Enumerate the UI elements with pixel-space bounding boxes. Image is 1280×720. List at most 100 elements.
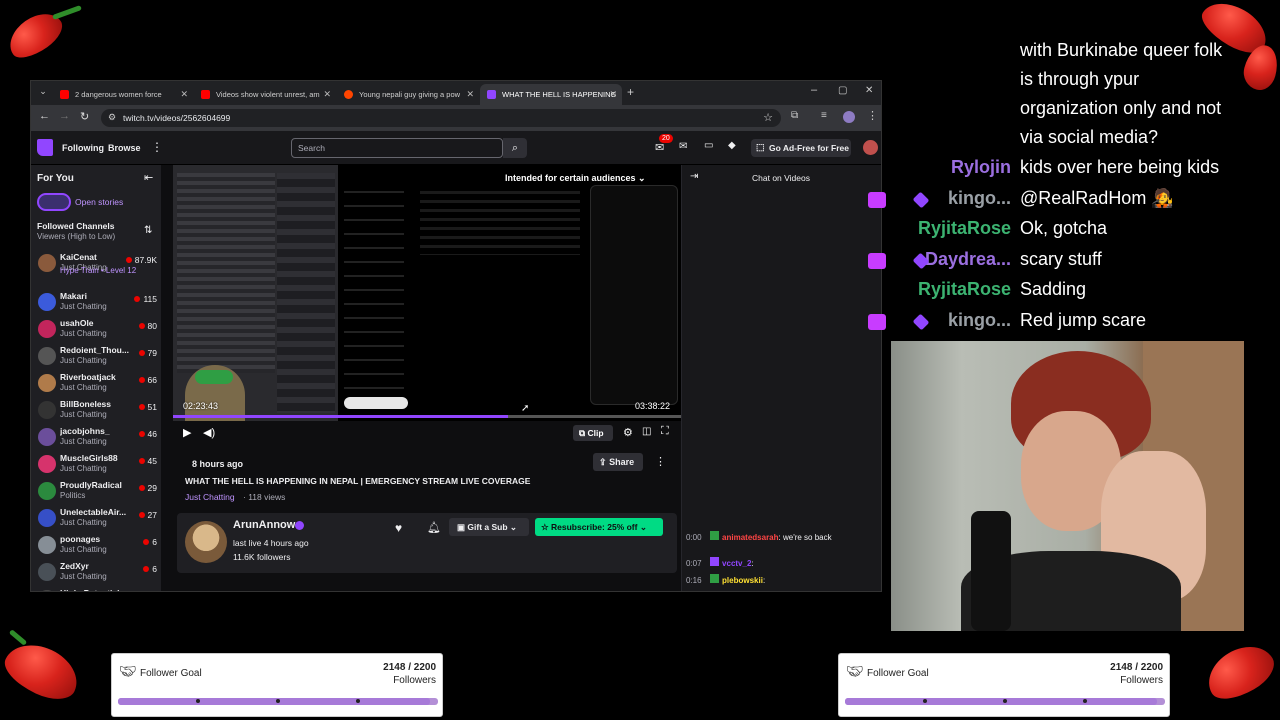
sidebar-channel[interactable]: usahOle Just Chatting 80 — [35, 317, 159, 344]
video-content-lines — [177, 173, 275, 373]
overlay-chat-message: @RealRadHom 🧑‍🎤 — [1020, 187, 1174, 208]
close-icon[interactable]: ✕ — [466, 89, 474, 100]
video-content-chat — [173, 165, 338, 421]
chat-panel-title: Chat on Videos — [752, 173, 810, 183]
sidebar-channel[interactable]: UnelectableAir... Just Chatting 27 — [35, 506, 159, 533]
tab-search-icon[interactable]: ⌄ — [36, 86, 50, 100]
browser-tab[interactable]: Videos show violent unrest, am ✕ — [194, 84, 336, 105]
channel-name: jacobjohns_ — [60, 426, 110, 436]
site-info-icon[interactable]: ⚙ — [108, 112, 116, 123]
channel-avatar[interactable] — [185, 521, 227, 563]
chat-message: 0:00 animatedsarah: we're so back — [686, 531, 881, 545]
heart-follow-icon[interactable]: ♥ — [395, 521, 402, 535]
clip-button[interactable]: ⧉ Clip — [573, 425, 613, 441]
play-icon[interactable]: ▶ — [183, 426, 191, 439]
channel-name: Makari — [60, 291, 87, 301]
search-input[interactable]: Search — [291, 138, 503, 158]
video-content-x-page — [338, 165, 681, 421]
sidebar-channel[interactable]: Makari Just Chatting 115 — [35, 290, 159, 317]
search-icon: ⌕ — [511, 142, 519, 154]
sidebar-channel[interactable]: ZedXyr Just Chatting 6 — [35, 560, 159, 587]
ad-free-icon: ⬚ — [756, 142, 765, 152]
overlay-chat-line: with Burkinabe queer folk — [1020, 40, 1223, 60]
video-content-hat — [195, 370, 233, 384]
open-stories-link[interactable]: Open stories — [75, 197, 123, 207]
collapse-sidebar-icon[interactable]: ⇤ — [144, 171, 153, 184]
chevron-down-icon: ⌄ — [639, 522, 647, 532]
theatre-mode-icon[interactable]: ◫ — [642, 426, 651, 437]
nav-browse[interactable]: Browse — [108, 143, 141, 153]
reddit-icon — [344, 90, 353, 99]
sidebar-channel[interactable]: ProudlyRadical Politics 29 — [35, 479, 159, 506]
star-icon: ☆ — [541, 522, 549, 532]
nav-following[interactable]: Following — [62, 143, 104, 153]
search-button[interactable]: ⌕ — [503, 138, 527, 158]
profile-avatar[interactable] — [843, 111, 855, 123]
url-field[interactable]: ⚙ twitch.tv/videos/2562604699 ☆ — [101, 109, 781, 127]
channel-avatar — [38, 428, 56, 446]
chat-text: : we're so back — [778, 533, 832, 542]
bell-icon[interactable]: 🔔︎ — [427, 521, 441, 534]
close-icon[interactable]: ✕ — [323, 89, 331, 100]
sidebar-channel[interactable]: poonages Just Chatting 6 — [35, 533, 159, 560]
more-icon[interactable]: ⋮ — [151, 140, 163, 154]
browser-tab-active[interactable]: WHAT THE HELL IS HAPPENING ✕ — [480, 84, 622, 105]
resubscribe-button[interactable]: ☆ Resubscribe: 25% off ⌄ — [535, 518, 663, 536]
sidebar-channel[interactable]: Redoient_Thou... Just Chatting 79 — [35, 344, 159, 371]
viewer-count: 80 — [138, 321, 157, 331]
chat-username[interactable]: animatedsarah — [722, 533, 778, 542]
chat-username[interactable]: plebowskii — [722, 576, 763, 585]
webcam-microphone — [971, 511, 1011, 631]
browser-tab[interactable]: 2 dangerous women force ✕ — [53, 84, 193, 105]
chili-pepper-decoration — [0, 634, 87, 708]
fullscreen-icon[interactable]: ⛶ — [661, 425, 669, 438]
video-category[interactable]: Just Chatting — [185, 492, 235, 502]
extensions-icon[interactable]: ⧉ — [791, 110, 798, 121]
stories-row[interactable]: Open stories — [37, 193, 157, 211]
back-icon[interactable]: ← — [39, 110, 50, 122]
expand-chat-icon[interactable]: ⇥ — [690, 171, 698, 182]
minimize-icon[interactable]: – — [811, 84, 817, 96]
new-tab-icon[interactable]: + — [627, 85, 634, 99]
inbox-icon[interactable]: ✉ — [679, 141, 687, 152]
channel-name: KaiCenat — [60, 252, 97, 262]
browser-tab[interactable]: Young nepali guy giving a pow ✕ — [337, 84, 479, 105]
media-icon[interactable]: ≡ — [821, 110, 827, 121]
total-duration: 03:38:22 — [635, 401, 671, 411]
sidebar-channel[interactable]: BillBoneless Just Chatting 51 — [35, 398, 159, 425]
notification-count: 20 — [659, 134, 673, 143]
share-button[interactable]: ⇪ Share — [593, 453, 643, 471]
goal-milestone — [923, 699, 927, 703]
seek-bar[interactable] — [173, 415, 681, 418]
video-player[interactable]: Intended for certain audiences ⌄ 02:23:4… — [173, 165, 681, 445]
sidebar-channel[interactable]: MuscleGirls88 Just Chatting 45 — [35, 452, 159, 479]
sort-icon[interactable]: ⇅ — [144, 225, 152, 236]
gift-sub-button[interactable]: ▣ Gift a Sub ⌄ — [449, 518, 529, 536]
go-ad-free-button[interactable]: ⬚ Go Ad-Free for Free — [751, 139, 851, 157]
overlay-chat-message: Red jump scare — [1020, 309, 1147, 330]
crown-icon[interactable]: ◆ — [728, 140, 736, 151]
channel-name[interactable]: ArunAnnow — [233, 519, 295, 531]
whispers-icon[interactable]: ▭ — [704, 140, 713, 151]
volume-icon[interactable]: ◀) — [203, 426, 215, 439]
sidebar-channel[interactable]: Riverboatjack Just Chatting 66 — [35, 371, 159, 398]
twitch-logo-icon[interactable] — [37, 139, 53, 156]
more-options-icon[interactable]: ⋮ — [655, 455, 666, 468]
close-icon[interactable]: ✕ — [609, 89, 617, 100]
live-dot-icon — [143, 566, 150, 572]
reload-icon[interactable]: ↻ — [80, 110, 89, 123]
video-info: 8 hours ago ⇪ Share ⋮ WHAT THE HELL IS H… — [173, 445, 681, 591]
close-icon[interactable]: ✕ — [180, 89, 188, 100]
overlay-chat-username: RyjitaRose — [917, 279, 1011, 299]
chat-username[interactable]: vcctv_2 — [722, 559, 751, 568]
maximize-icon[interactable]: ▢ — [838, 85, 847, 96]
sidebar-channel[interactable]: jacobjohns_ Just Chatting 46 — [35, 425, 159, 452]
settings-icon[interactable]: ⚙ — [623, 426, 633, 439]
bookmark-star-icon[interactable]: ☆ — [763, 111, 773, 124]
video-title: WHAT THE HELL IS HAPPENING IN NEPAL | EM… — [185, 476, 531, 486]
content-warning-banner[interactable]: Intended for certain audiences ⌄ — [505, 173, 646, 184]
chili-stem-decoration — [52, 5, 82, 20]
player-controls: ▶ ◀) ⧉ Clip ⚙ ◫ ⛶ — [173, 421, 681, 445]
forward-icon[interactable]: → — [59, 110, 70, 122]
sidebar-channel[interactable]: High_Potential — [35, 587, 159, 591]
